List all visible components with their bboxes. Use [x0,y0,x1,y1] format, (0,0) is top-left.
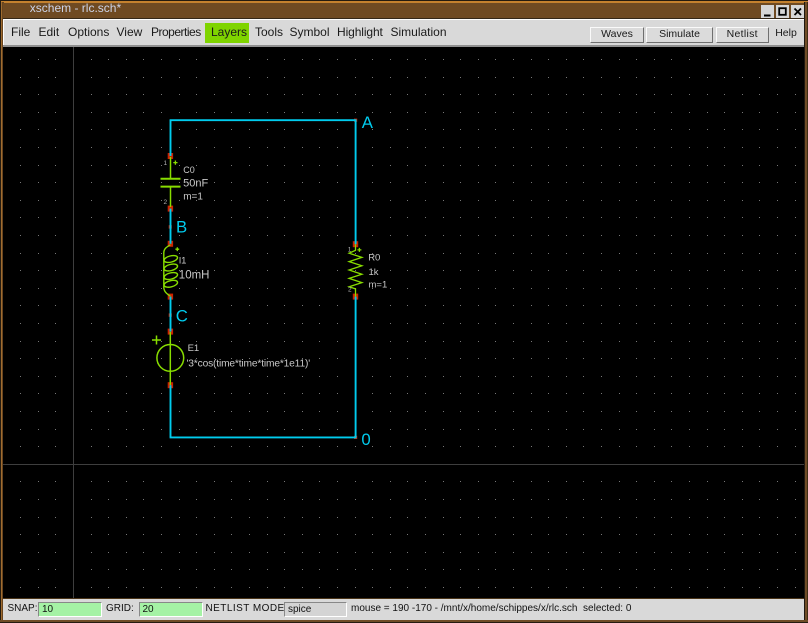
svg-text:'3*cos(time*time*time*1e11)': '3*cos(time*time*time*1e11)' [187,358,311,369]
svg-text:2: 2 [348,286,352,293]
svg-text:C0: C0 [183,165,195,175]
svg-text:0: 0 [361,430,370,449]
svg-text:50nF: 50nF [183,177,208,189]
svg-text:E1: E1 [188,343,200,354]
svg-text:1: 1 [348,247,352,254]
svg-text:1k: 1k [369,267,379,278]
svg-text:m=1: m=1 [183,192,203,203]
svg-text:A: A [362,113,374,132]
svg-text:C: C [176,306,188,325]
svg-text:l1: l1 [179,255,186,266]
svg-text:B: B [176,217,187,236]
svg-text:R0: R0 [368,253,380,264]
svg-text:m=1: m=1 [369,280,388,291]
svg-text:2: 2 [164,199,168,206]
svg-text:10mH: 10mH [179,269,210,281]
svg-text:1: 1 [164,160,168,167]
